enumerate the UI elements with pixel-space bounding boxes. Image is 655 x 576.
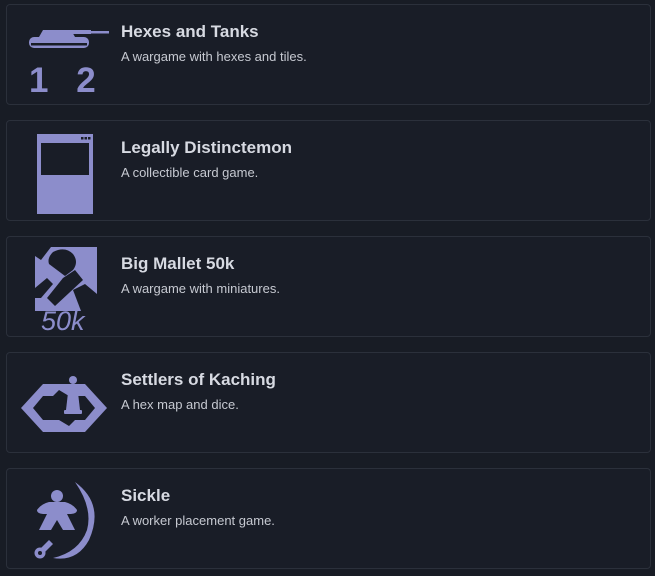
mallet-icon: 50k <box>19 242 109 332</box>
tank-numbers-icon: 1 2 3 <box>19 10 109 100</box>
game-card-settlers-of-kaching[interactable]: Settlers of Kaching A hex map and dice. <box>6 352 651 453</box>
game-title: Big Mallet 50k <box>121 254 235 273</box>
game-description: A wargame with miniatures. <box>121 281 280 296</box>
hex-pawn-icon <box>19 358 109 448</box>
game-description: A hex map and dice. <box>121 397 239 412</box>
card-icon <box>19 126 109 216</box>
game-title: Hexes and Tanks <box>121 22 259 41</box>
game-card-hexes-and-tanks[interactable]: 1 2 3 Hexes and Tanks A wargame with hex… <box>6 4 651 105</box>
game-description: A worker placement game. <box>121 513 275 528</box>
game-card-legally-distinctemon[interactable]: Legally Distinctemon A collectible card … <box>6 120 651 221</box>
game-card-big-mallet-50k[interactable]: 50k Big Mallet 50k A wargame with miniat… <box>6 236 651 337</box>
game-description: A collectible card game. <box>121 165 259 180</box>
game-title: Settlers of Kaching <box>121 370 276 389</box>
game-list: 1 2 3 Hexes and Tanks A wargame with hex… <box>0 0 655 576</box>
game-description: A wargame with hexes and tiles. <box>121 49 307 64</box>
meeple-sickle-icon <box>19 474 109 564</box>
game-title: Sickle <box>121 486 171 505</box>
mallet-icon-text: 50k <box>41 306 86 332</box>
tank-numbers-text: 1 2 3 <box>29 61 109 100</box>
game-card-sickle[interactable]: Sickle A worker placement game. <box>6 468 651 569</box>
game-title: Legally Distinctemon <box>121 138 292 157</box>
